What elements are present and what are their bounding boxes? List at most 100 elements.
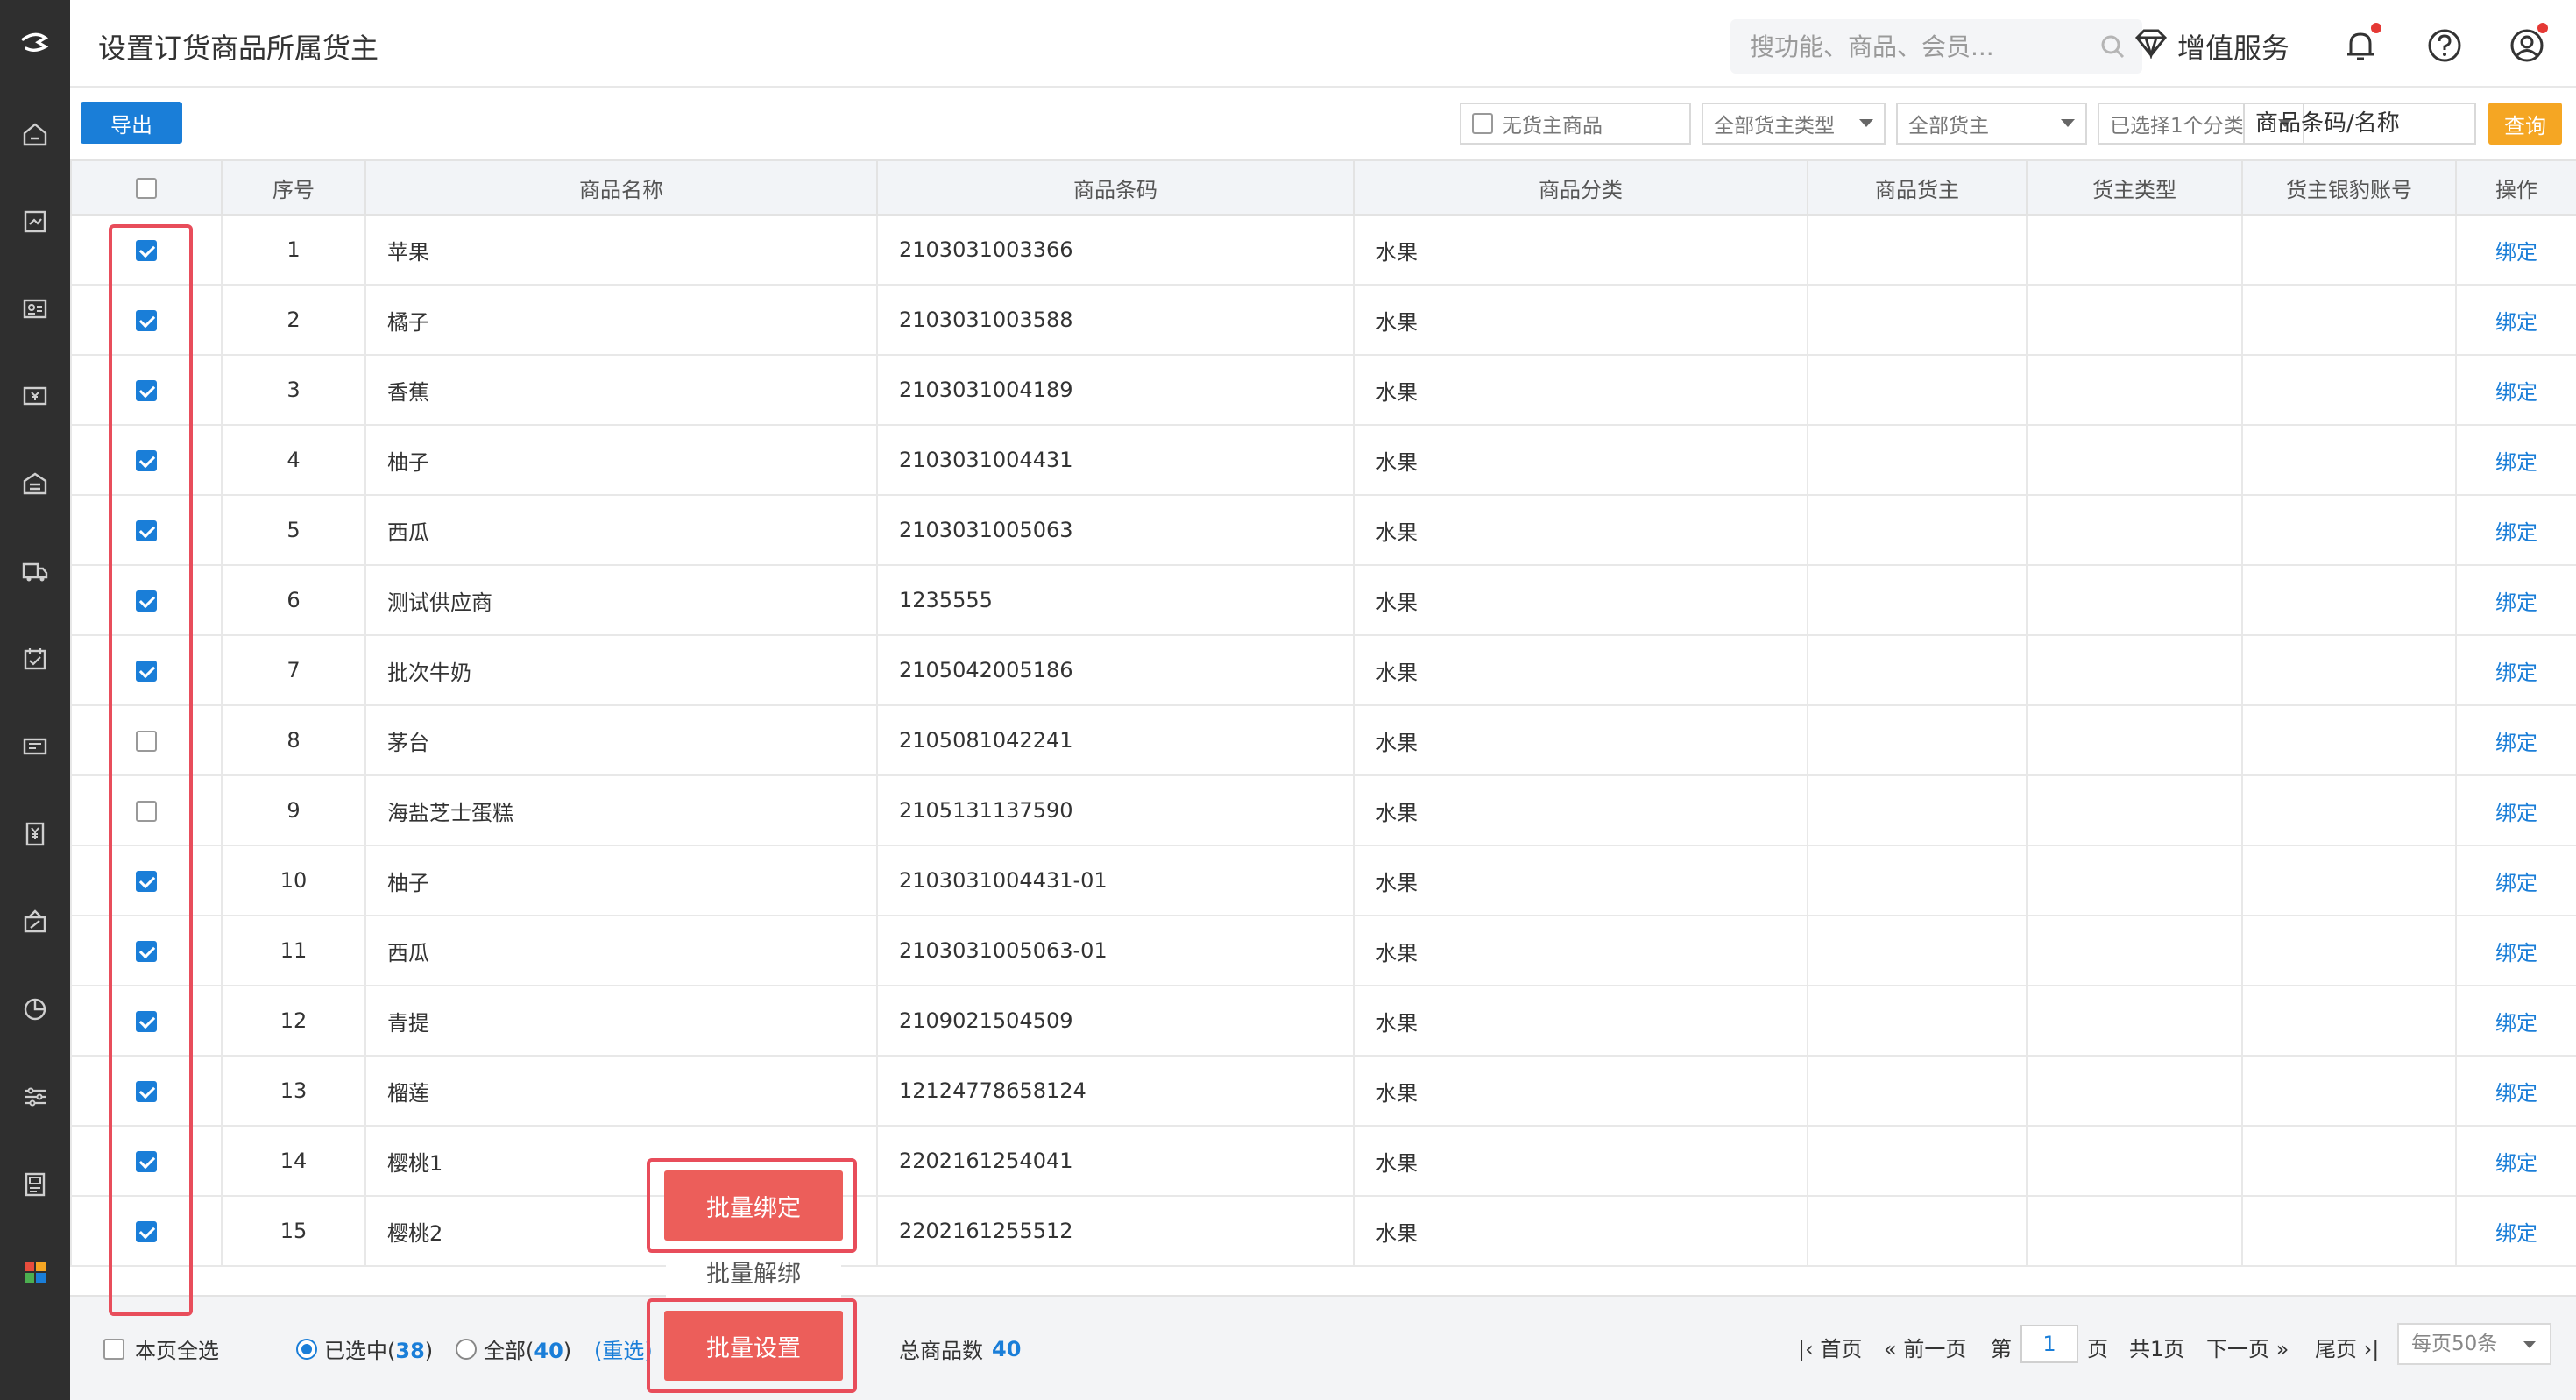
no-owner-checkbox[interactable]: [1472, 113, 1493, 134]
selected-radio[interactable]: [296, 1338, 317, 1360]
row-select-cell[interactable]: [70, 424, 223, 496]
calendar-icon[interactable]: [18, 641, 53, 676]
row-select-cell[interactable]: [70, 1125, 223, 1197]
row-select-cell[interactable]: [70, 564, 223, 636]
bind-link[interactable]: 绑定: [2455, 564, 2576, 636]
logo-icon[interactable]: [0, 0, 70, 88]
bind-link[interactable]: 绑定: [2455, 915, 2576, 986]
help-icon[interactable]: [2425, 26, 2464, 65]
table-row: 1 苹果 2103031003366 水果 绑定: [70, 214, 2576, 286]
row-checkbox[interactable]: [136, 310, 157, 331]
row-select-cell[interactable]: [70, 214, 223, 286]
last-page-link[interactable]: 尾页 ›|: [2315, 1332, 2379, 1362]
all-radio[interactable]: [456, 1338, 477, 1360]
row-checkbox[interactable]: [136, 380, 157, 401]
bind-link[interactable]: 绑定: [2455, 284, 2576, 356]
row-select-cell[interactable]: [70, 915, 223, 986]
bind-link[interactable]: 绑定: [2455, 985, 2576, 1057]
bind-link[interactable]: 绑定: [2455, 845, 2576, 916]
first-page-icon: |‹: [1798, 1337, 1814, 1361]
prev-page-link[interactable]: « 前一页: [1884, 1332, 1966, 1362]
member-icon[interactable]: [18, 291, 53, 326]
row-checkbox[interactable]: [136, 1011, 157, 1032]
bind-link[interactable]: 绑定: [2455, 704, 2576, 776]
per-page-select[interactable]: 每页50条: [2397, 1323, 2551, 1365]
bind-link[interactable]: 绑定: [2455, 774, 2576, 846]
select-all-header[interactable]: [70, 159, 223, 216]
search-input[interactable]: [1750, 30, 2083, 63]
finance-icon[interactable]: [18, 817, 53, 852]
page-select-all-checkbox[interactable]: [103, 1338, 124, 1360]
delivery-icon[interactable]: [18, 554, 53, 589]
row-select-cell[interactable]: [70, 845, 223, 916]
report-icon[interactable]: [18, 992, 53, 1027]
row-checkbox[interactable]: [136, 941, 157, 962]
card-icon[interactable]: [18, 729, 53, 764]
bind-link[interactable]: 绑定: [2455, 354, 2576, 426]
home-icon[interactable]: [18, 117, 53, 152]
row-checkbox[interactable]: [136, 1081, 157, 1102]
row-owner-account: [2241, 915, 2457, 986]
bind-link[interactable]: 绑定: [2455, 1055, 2576, 1127]
settings-sliders-icon[interactable]: [18, 1079, 53, 1114]
warehouse-icon[interactable]: [18, 466, 53, 501]
row-checkbox[interactable]: [136, 240, 157, 261]
goods-icon[interactable]: [18, 204, 53, 239]
promotion-icon[interactable]: [18, 904, 53, 939]
cashier-icon[interactable]: [18, 378, 53, 414]
page-number-input[interactable]: 1: [2020, 1325, 2078, 1363]
row-checkbox[interactable]: [136, 661, 157, 682]
first-page-link[interactable]: |‹ 首页: [1798, 1332, 1862, 1362]
value-added-services-button[interactable]: 增值服务: [2134, 26, 2289, 67]
row-checkbox[interactable]: [136, 450, 157, 471]
barcode-name-input[interactable]: 商品条码/名称: [2243, 103, 2476, 145]
row-select-cell[interactable]: [70, 284, 223, 356]
batch-unbind-option[interactable]: 批量解绑: [666, 1248, 841, 1302]
global-search[interactable]: [1730, 19, 2142, 74]
owner-type-select[interactable]: 全部货主类型: [1702, 103, 1886, 145]
user-avatar-icon[interactable]: [2508, 23, 2548, 65]
row-name: 测试供应商: [364, 564, 878, 636]
bind-link[interactable]: 绑定: [2455, 634, 2576, 706]
query-button[interactable]: 查询: [2488, 103, 2562, 145]
row-checkbox[interactable]: [136, 520, 157, 541]
bind-link[interactable]: 绑定: [2455, 424, 2576, 496]
row-no: 1: [221, 214, 366, 286]
reselect-link[interactable]: (重选): [594, 1333, 653, 1364]
header-checkbox[interactable]: [136, 178, 157, 199]
apps-grid-icon[interactable]: [18, 1255, 53, 1290]
search-icon[interactable]: [2098, 32, 2127, 64]
batch-set-button[interactable]: 批量设置: [664, 1311, 843, 1381]
row-checkbox[interactable]: [136, 871, 157, 892]
next-page-link[interactable]: 下一页 »: [2206, 1332, 2289, 1362]
row-select-cell[interactable]: [70, 1055, 223, 1127]
row-owner-type: [2026, 774, 2243, 846]
owner-select[interactable]: 全部货主: [1896, 103, 2087, 145]
batch-bind-button[interactable]: 批量绑定: [664, 1170, 843, 1241]
row-select-cell[interactable]: [70, 634, 223, 706]
row-select-cell[interactable]: [70, 494, 223, 566]
notification-bell-icon[interactable]: [2341, 23, 2381, 65]
page-prefix: 第: [1991, 1337, 2012, 1361]
row-checkbox[interactable]: [136, 1221, 157, 1242]
row-select-cell[interactable]: [70, 774, 223, 846]
bind-link[interactable]: 绑定: [2455, 1125, 2576, 1197]
bind-link[interactable]: 绑定: [2455, 494, 2576, 566]
row-select-cell[interactable]: [70, 354, 223, 426]
row-select-cell[interactable]: [70, 704, 223, 776]
row-checkbox[interactable]: [136, 590, 157, 612]
bind-link[interactable]: 绑定: [2455, 1195, 2576, 1267]
row-select-cell[interactable]: [70, 985, 223, 1057]
document-icon[interactable]: [18, 1167, 53, 1202]
bind-link[interactable]: 绑定: [2455, 214, 2576, 286]
page-select-all[interactable]: 本页全选: [103, 1333, 219, 1364]
row-checkbox[interactable]: [136, 801, 157, 822]
all-radio-option[interactable]: 全部(40): [456, 1333, 571, 1364]
row-checkbox[interactable]: [136, 1151, 157, 1172]
row-checkbox[interactable]: [136, 731, 157, 752]
row-owner-account: [2241, 1055, 2457, 1127]
row-select-cell[interactable]: [70, 1195, 223, 1267]
export-button[interactable]: 导出: [81, 102, 182, 144]
no-owner-filter[interactable]: 无货主商品: [1460, 103, 1691, 145]
selected-radio-option[interactable]: 已选中(38): [296, 1333, 433, 1364]
